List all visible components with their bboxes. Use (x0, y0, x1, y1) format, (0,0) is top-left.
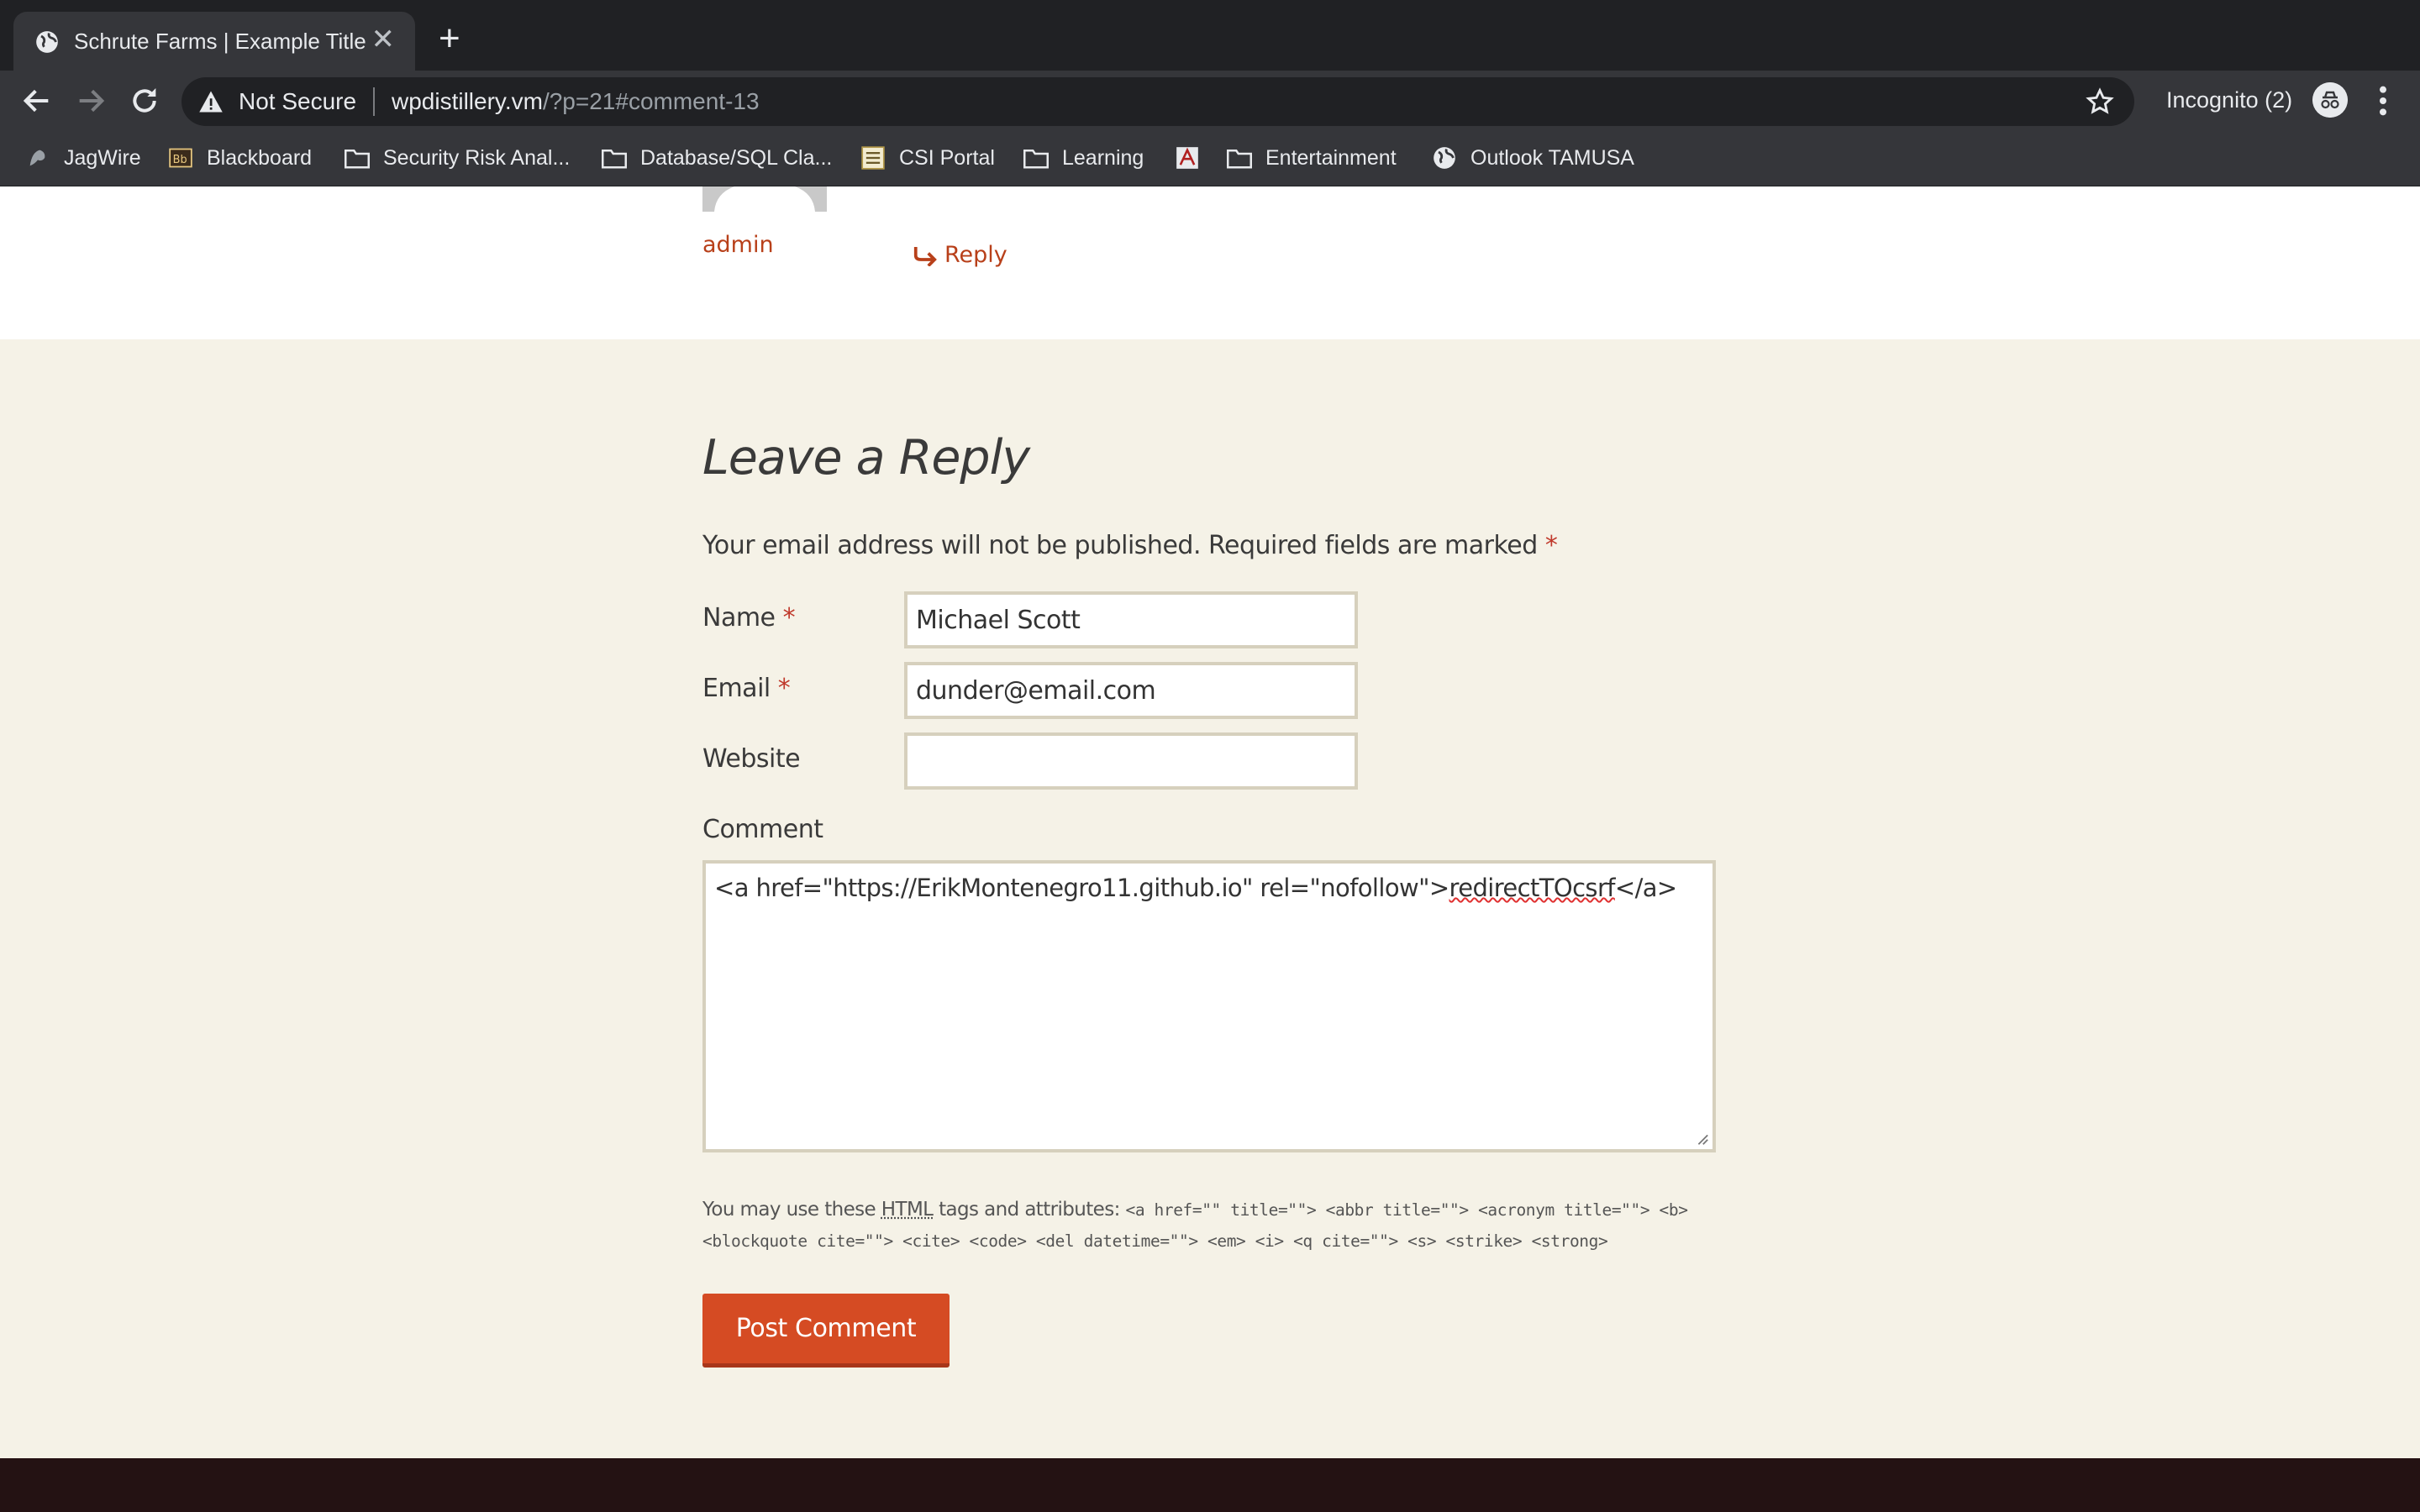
svg-text:Bb: Bb (173, 154, 187, 166)
incognito-icon[interactable] (2312, 82, 2348, 118)
comment-area (0, 186, 2420, 339)
back-arrow-icon[interactable] (20, 84, 54, 118)
bookmark-database-sql[interactable]: Database/SQL Cla... (602, 143, 832, 173)
comment-label: Comment (702, 815, 823, 844)
website-label: Website (702, 744, 801, 774)
reply-title: Leave a Reply (702, 430, 1030, 486)
html-abbr: HTML (881, 1199, 934, 1221)
bookmark-blackboard[interactable]: Bb Blackboard (168, 143, 312, 173)
close-tab-icon[interactable]: ✕ (371, 25, 396, 54)
required-marker: * (1544, 531, 1558, 560)
globe-icon (1434, 147, 1455, 169)
bookmark-learning[interactable]: Learning (1023, 143, 1144, 173)
tab-title: Schrute Farms | Example Title (74, 29, 366, 54)
bookmark-star-icon[interactable] (2086, 87, 2114, 116)
resize-grip-icon[interactable] (1694, 1131, 1709, 1146)
misspelled-word: redirectTOcsrf (1449, 874, 1616, 902)
folder-icon (602, 150, 627, 169)
allowed-tags-note: You may use these HTML tags and attribut… (702, 1199, 1688, 1251)
bookmark-csi-portal[interactable]: CSI Portal (860, 143, 995, 173)
tab-strip: Schrute Farms | Example Title ✕ + (0, 0, 2420, 71)
email-label: Email * (702, 674, 791, 703)
folder-icon (345, 150, 370, 169)
folder-icon (1023, 150, 1049, 169)
site-footer (0, 1458, 2420, 1512)
reply-arrow-icon (913, 246, 937, 266)
reply-label: Reply (944, 242, 1007, 268)
new-tab-button[interactable]: + (439, 20, 460, 57)
incognito-label[interactable]: Incognito (2) (2166, 87, 2292, 113)
comment-notes: Your email address will not be published… (702, 531, 1558, 560)
folder-icon (1227, 150, 1252, 169)
comment-text-end: </a> (1614, 874, 1677, 902)
address-divider (373, 87, 375, 116)
bookmarks-bar: JagWire Bb Blackboard Security Risk Anal… (0, 131, 2420, 186)
browser-toolbar: Not Secure wpdistillery.vm/?p=21#comment… (0, 71, 2420, 131)
name-field[interactable] (904, 591, 1358, 648)
jaguar-icon (29, 150, 45, 166)
post-comment-button[interactable]: Post Comment (702, 1294, 950, 1368)
csi-icon (861, 146, 885, 170)
pdf-app-icon (1176, 147, 1198, 169)
bookmark-jagwire[interactable]: JagWire (25, 143, 141, 173)
bookmark-outlook[interactable]: Outlook TAMUSA (1432, 143, 1634, 173)
comment-author-link[interactable]: admin (702, 232, 774, 258)
globe-icon (36, 31, 58, 53)
address-bar[interactable]: Not Secure wpdistillery.vm/?p=21#comment… (182, 77, 2134, 126)
url-path: /?p=21#comment-13 (542, 88, 760, 114)
comment-text: <a href="https://ErikMontenegro11.github… (714, 874, 1449, 902)
bookmark-pdf-app[interactable] (1175, 143, 1213, 173)
website-field[interactable] (904, 732, 1358, 790)
warning-triangle-icon[interactable] (198, 90, 224, 113)
security-status[interactable]: Not Secure (239, 88, 356, 115)
blackboard-icon: Bb (169, 148, 192, 168)
avatar (702, 186, 827, 212)
name-label: Name * (702, 603, 796, 633)
comment-textarea[interactable]: <a href="https://ErikMontenegro11.github… (702, 860, 1716, 1152)
bookmark-security-risk[interactable]: Security Risk Anal... (345, 143, 570, 173)
bookmark-entertainment[interactable]: Entertainment (1227, 143, 1397, 173)
url-text[interactable]: wpdistillery.vm/?p=21#comment-13 (392, 88, 760, 115)
reload-icon[interactable] (128, 84, 161, 118)
email-field[interactable] (904, 662, 1358, 719)
browser-tab[interactable]: Schrute Farms | Example Title ✕ (13, 12, 415, 71)
more-menu-icon[interactable] (2375, 84, 2391, 118)
url-host: wpdistillery.vm (392, 88, 543, 114)
reply-link[interactable]: Reply (913, 242, 1007, 268)
forward-arrow-icon[interactable] (74, 84, 108, 118)
